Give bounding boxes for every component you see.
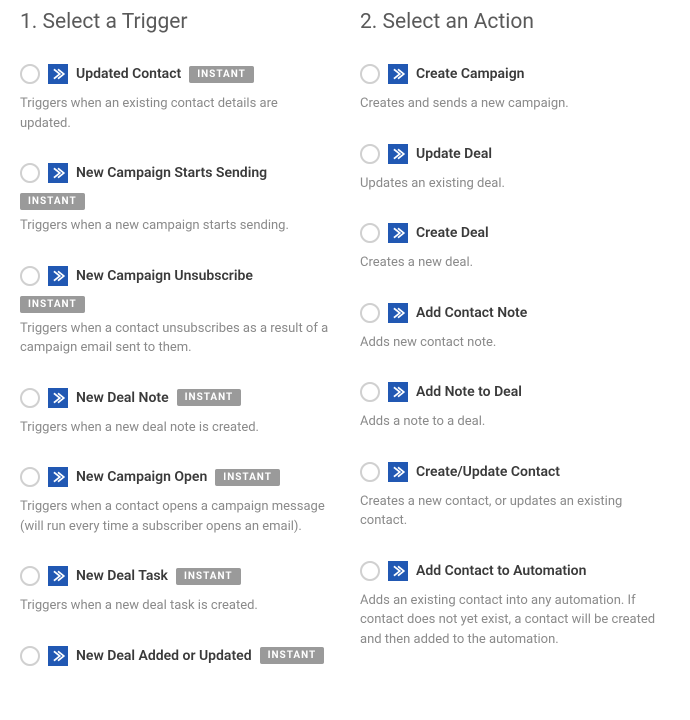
option-description: Creates and sends a new campaign.	[360, 94, 670, 114]
app-chevrons-icon	[388, 382, 408, 402]
option-title: New Deal Task	[76, 568, 168, 584]
option-radio[interactable]	[20, 388, 40, 408]
badge-row: INSTANT	[20, 193, 330, 210]
option-description: Creates a new contact, or updates an exi…	[360, 492, 670, 531]
option-radio[interactable]	[360, 561, 380, 581]
option-radio[interactable]	[360, 144, 380, 164]
option-title: Add Note to Deal	[416, 384, 522, 400]
option-header[interactable]: Add Contact to Automation	[360, 561, 670, 581]
option-item: Update Deal Updates an existing deal.	[360, 144, 670, 194]
app-chevrons-icon	[48, 163, 68, 183]
option-description: Updates an existing deal.	[360, 174, 670, 194]
option-radio[interactable]	[360, 462, 380, 482]
option-item: Add Note to Deal Adds a note to a deal.	[360, 382, 670, 432]
option-description: Adds an existing contact into any automa…	[360, 591, 670, 650]
option-header[interactable]: New Deal Added or Updated INSTANT	[20, 646, 330, 666]
option-item: Add Contact to Automation Adds an existin…	[360, 561, 670, 650]
option-title: Create/Update Contact	[416, 464, 560, 480]
instant-badge: INSTANT	[260, 647, 325, 664]
option-radio[interactable]	[360, 64, 380, 84]
app-chevrons-icon	[48, 566, 68, 586]
option-radio[interactable]	[20, 64, 40, 84]
option-header[interactable]: New Deal Task INSTANT	[20, 566, 330, 586]
option-description: Adds a note to a deal.	[360, 412, 670, 432]
instant-badge: INSTANT	[20, 193, 85, 210]
option-title: Create Campaign	[416, 66, 524, 82]
app-chevrons-icon	[48, 388, 68, 408]
app-chevrons-icon	[48, 646, 68, 666]
option-radio[interactable]	[20, 163, 40, 183]
instant-badge: INSTANT	[176, 568, 241, 585]
instant-badge: INSTANT	[177, 389, 242, 406]
section-heading: 2. Select an Action	[360, 10, 670, 34]
option-title: New Campaign Starts Sending	[76, 165, 267, 181]
option-title: New Campaign Open	[76, 469, 207, 485]
option-header[interactable]: New Deal Note INSTANT	[20, 388, 330, 408]
app-chevrons-icon	[388, 561, 408, 581]
option-description: Triggers when a new deal note is created…	[20, 418, 330, 438]
option-header[interactable]: New Campaign Open INSTANT	[20, 467, 330, 487]
option-header[interactable]: Create Campaign	[360, 64, 670, 84]
app-chevrons-icon	[48, 266, 68, 286]
option-description: Adds new contact note.	[360, 333, 670, 353]
option-item: Create/Update Contact Creates a new conta…	[360, 462, 670, 531]
option-description: Triggers when an existing contact detail…	[20, 94, 330, 133]
app-chevrons-icon	[48, 64, 68, 84]
option-description: Creates a new deal.	[360, 253, 670, 273]
option-radio[interactable]	[360, 303, 380, 323]
option-header[interactable]: New Campaign Unsubscribe	[20, 266, 330, 286]
option-radio[interactable]	[360, 382, 380, 402]
option-title: New Campaign Unsubscribe	[76, 268, 253, 284]
option-header[interactable]: Create Deal	[360, 223, 670, 243]
option-header[interactable]: Add Contact Note	[360, 303, 670, 323]
option-title: Update Deal	[416, 146, 492, 162]
option-item: New Deal Note INSTANT Triggers when a new …	[20, 388, 330, 438]
option-header[interactable]: Create/Update Contact	[360, 462, 670, 482]
app-chevrons-icon	[388, 462, 408, 482]
option-radio[interactable]	[20, 467, 40, 487]
option-item: New Campaign Unsubscribe INSTANT Triggers …	[20, 266, 330, 358]
option-item: New Deal Added or Updated INSTANT	[20, 646, 330, 666]
option-title: Updated Contact	[76, 66, 181, 82]
option-item: New Campaign Open INSTANT Triggers when a …	[20, 467, 330, 536]
option-item: New Deal Task INSTANT Triggers when a new …	[20, 566, 330, 616]
instant-badge: INSTANT	[215, 469, 280, 486]
option-item: Add Contact Note Adds new contact note.	[360, 303, 670, 353]
app-chevrons-icon	[388, 144, 408, 164]
option-title: New Deal Note	[76, 390, 169, 406]
option-description: Triggers when a contact unsubscribes as …	[20, 319, 330, 358]
option-header[interactable]: New Campaign Starts Sending	[20, 163, 330, 183]
option-header[interactable]: Add Note to Deal	[360, 382, 670, 402]
option-item: New Campaign Starts Sending INSTANT Trigge…	[20, 163, 330, 236]
trigger-column: 1. Select a Trigger Updated Contact INSTAN…	[20, 10, 330, 696]
option-title: Add Contact to Automation	[416, 563, 586, 579]
option-header[interactable]: Update Deal	[360, 144, 670, 164]
option-description: Triggers when a new deal task is created…	[20, 596, 330, 616]
section-heading: 1. Select a Trigger	[20, 10, 330, 34]
option-title: New Deal Added or Updated	[76, 648, 252, 664]
instant-badge: INSTANT	[20, 296, 85, 313]
option-description: Triggers when a contact opens a campaign…	[20, 497, 330, 536]
app-chevrons-icon	[388, 223, 408, 243]
option-item: Create Campaign Creates and sends a new c…	[360, 64, 670, 114]
option-title: Create Deal	[416, 225, 489, 241]
option-header[interactable]: Updated Contact INSTANT	[20, 64, 330, 84]
option-radio[interactable]	[20, 266, 40, 286]
option-title: Add Contact Note	[416, 305, 527, 321]
option-item: Updated Contact INSTANT Triggers when an e…	[20, 64, 330, 133]
badge-row: INSTANT	[20, 296, 330, 313]
option-radio[interactable]	[20, 646, 40, 666]
instant-badge: INSTANT	[189, 66, 254, 83]
option-radio[interactable]	[20, 566, 40, 586]
app-chevrons-icon	[388, 303, 408, 323]
option-radio[interactable]	[360, 223, 380, 243]
action-column: 2. Select an ActionCreate CampaignCreate…	[360, 10, 670, 696]
app-chevrons-icon	[388, 64, 408, 84]
option-item: Create Deal Creates a new deal.	[360, 223, 670, 273]
app-chevrons-icon	[48, 467, 68, 487]
option-description: Triggers when a new campaign starts send…	[20, 216, 330, 236]
